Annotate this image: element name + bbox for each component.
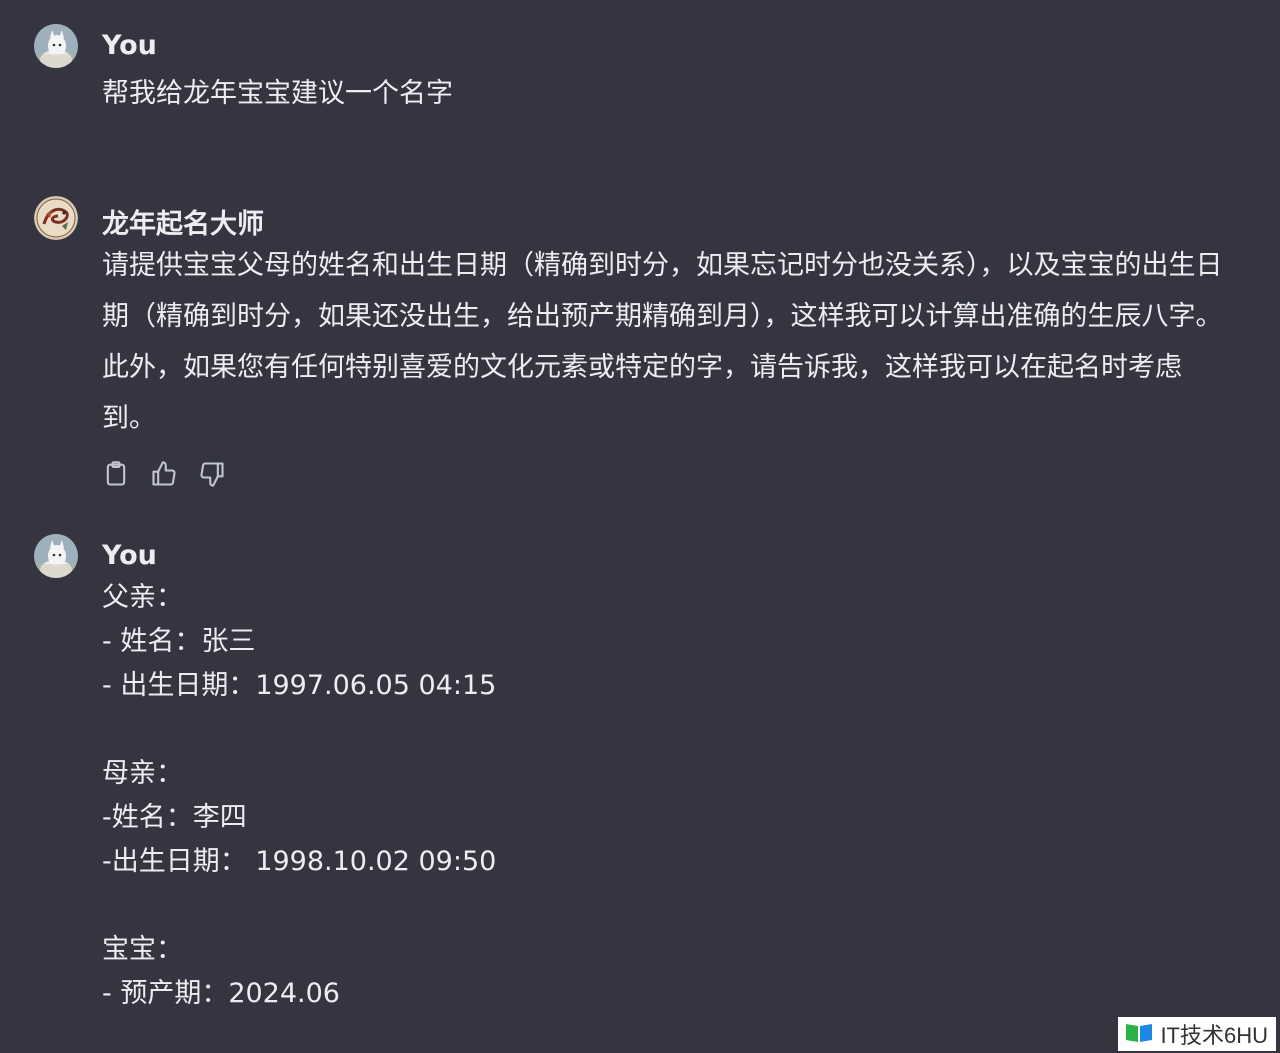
book-icon bbox=[1124, 1020, 1154, 1048]
message-assistant: 龙年起名大师 请提供宝宝父母的姓名和出生日期（精确到时分，如果忘记时分也没关系）… bbox=[34, 196, 1234, 496]
message-author: You bbox=[102, 30, 157, 61]
watermark-text: IT技术6HU bbox=[1160, 1023, 1268, 1048]
copy-icon[interactable] bbox=[102, 460, 130, 488]
message-user: You 父亲： - 姓名：张三 - 出生日期：1997.06.05 04:15 … bbox=[34, 534, 1234, 1014]
message-user: You 帮我给龙年宝宝建议一个名字 bbox=[34, 24, 1234, 109]
message-author: You bbox=[102, 540, 157, 571]
user-avatar-icon bbox=[34, 24, 78, 68]
watermark: IT技术6HU bbox=[1118, 1017, 1276, 1051]
thumbs-down-icon[interactable] bbox=[198, 460, 226, 488]
dragon-avatar-icon bbox=[34, 196, 78, 240]
message-actions bbox=[102, 460, 226, 488]
message-text: 帮我给龙年宝宝建议一个名字 bbox=[102, 78, 453, 109]
message-text: 父亲： - 姓名：张三 - 出生日期：1997.06.05 04:15 母亲： … bbox=[102, 582, 497, 1009]
user-avatar-icon bbox=[34, 534, 78, 578]
message-author: 龙年起名大师 bbox=[102, 209, 264, 240]
thumbs-up-icon[interactable] bbox=[150, 460, 178, 488]
chat-thread: You 帮我给龙年宝宝建议一个名字 龙年起名大师 请提供宝宝父母的姓名和出生日期… bbox=[0, 0, 1280, 1053]
message-text: 请提供宝宝父母的姓名和出生日期（精确到时分，如果忘记时分也没关系），以及宝宝的出… bbox=[102, 250, 1223, 434]
